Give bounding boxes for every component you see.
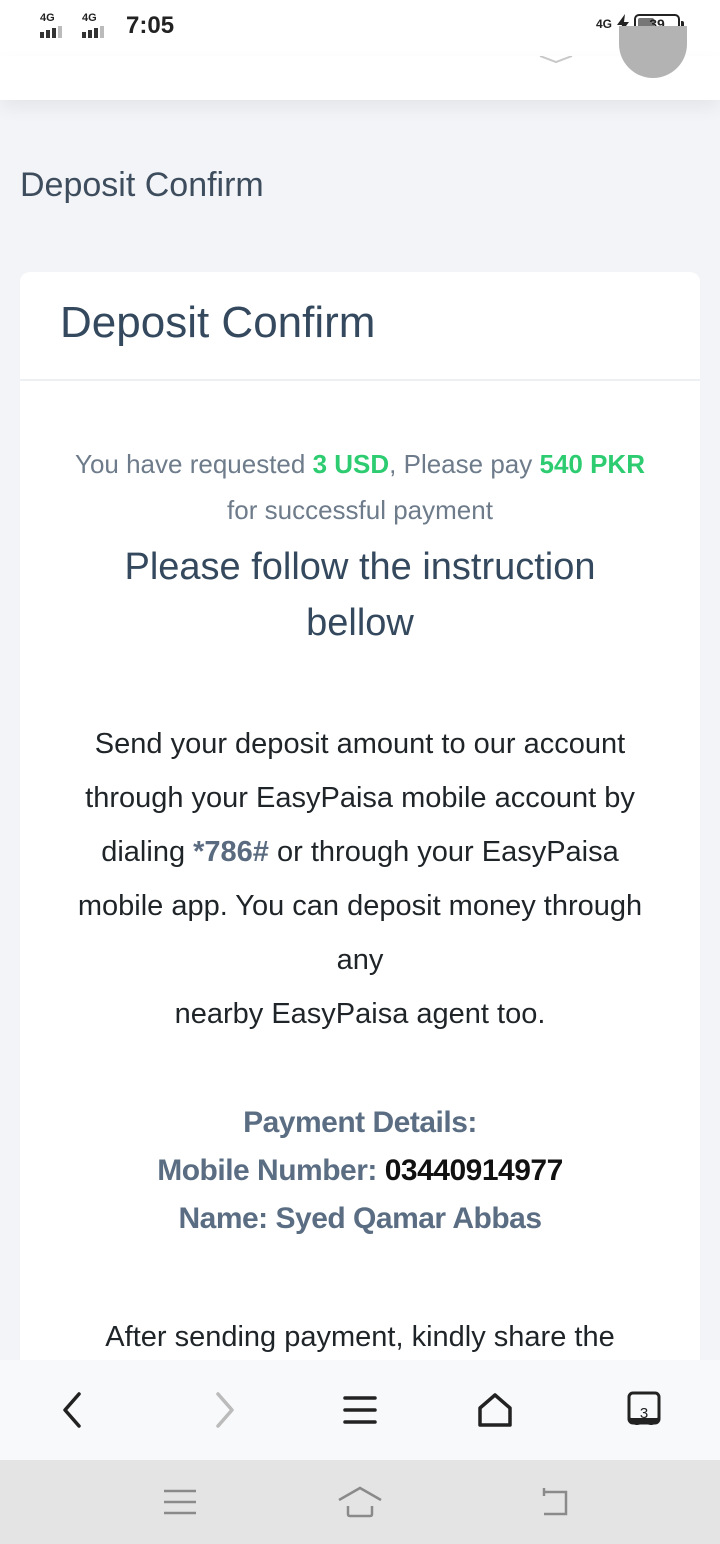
back-arrow-icon bbox=[542, 1488, 568, 1516]
system-back-button[interactable] bbox=[520, 1474, 580, 1530]
signal-label: 4G bbox=[82, 12, 97, 24]
page-title: Deposit Confirm bbox=[20, 166, 264, 204]
forward-button[interactable] bbox=[195, 1380, 255, 1440]
deposit-confirm-card: Deposit Confirm You have requested 3 USD… bbox=[20, 272, 700, 1401]
signal-icon: 4G bbox=[40, 12, 72, 40]
mobile-number-label: Mobile Number: bbox=[157, 1154, 377, 1187]
app-header bbox=[0, 26, 720, 100]
instructions-text: nearby EasyPaisa agent too. bbox=[174, 998, 546, 1030]
menu-button[interactable] bbox=[330, 1380, 390, 1440]
tabs-button[interactable]: 3 bbox=[614, 1380, 674, 1440]
hamburger-icon bbox=[343, 1396, 377, 1424]
request-amount: 3 USD bbox=[312, 449, 390, 479]
card-title: Deposit Confirm bbox=[60, 298, 376, 347]
request-summary: You have requested 3 USD, Please pay 540… bbox=[20, 441, 700, 533]
home-icon bbox=[478, 1393, 512, 1427]
pay-amount: 540 PKR bbox=[539, 449, 645, 479]
tab-count: 3 bbox=[639, 1405, 649, 1422]
card-body: You have requested 3 USD, Please pay 540… bbox=[20, 441, 700, 1409]
system-home-button[interactable] bbox=[330, 1474, 390, 1530]
payment-details: Payment Details: Mobile Number: 03440914… bbox=[20, 1099, 700, 1243]
request-suffix: for successful payment bbox=[227, 495, 493, 525]
request-prefix: You have requested bbox=[75, 449, 306, 479]
account-name-row: Name: Syed Qamar Abbas bbox=[20, 1195, 700, 1243]
home-outline-icon bbox=[338, 1486, 382, 1518]
network-indicator: 4G bbox=[595, 17, 612, 31]
status-left: 4G 4G 7:05 bbox=[40, 12, 174, 40]
menu-lines-icon bbox=[164, 1489, 196, 1515]
signal-icon: 4G bbox=[82, 12, 114, 40]
instructions-paragraph: Send your deposit amount to our account … bbox=[60, 717, 660, 1041]
system-nav-bar bbox=[0, 1460, 720, 1544]
dial-code: *786# bbox=[193, 836, 269, 868]
back-button[interactable] bbox=[42, 1380, 102, 1440]
instruction-heading: Please follow the instruction bellow bbox=[124, 546, 596, 644]
chevron-down-icon[interactable] bbox=[536, 56, 576, 64]
recent-apps-button[interactable] bbox=[150, 1474, 210, 1530]
request-middle: , Please pay bbox=[389, 449, 533, 479]
chevron-right-icon bbox=[216, 1392, 234, 1428]
home-button[interactable] bbox=[465, 1380, 525, 1440]
avatar[interactable] bbox=[619, 26, 687, 78]
tabs-icon: 3 bbox=[626, 1390, 662, 1430]
clock: 7:05 bbox=[126, 12, 175, 39]
card-header: Deposit Confirm bbox=[20, 272, 700, 381]
account-name-label: Name: bbox=[178, 1202, 268, 1235]
signal-label: 4G bbox=[40, 12, 55, 24]
mobile-number-row: Mobile Number: 03440914977 bbox=[20, 1147, 700, 1195]
payment-details-label: Payment Details: bbox=[243, 1106, 477, 1139]
status-bar: 4G 4G 7:05 4G 39 bbox=[0, 0, 720, 56]
account-name-value: Syed Qamar Abbas bbox=[275, 1202, 543, 1235]
chevron-left-icon bbox=[63, 1392, 81, 1428]
browser-toolbar: 3 bbox=[0, 1360, 720, 1460]
mobile-number-value: 03440914977 bbox=[384, 1154, 564, 1187]
